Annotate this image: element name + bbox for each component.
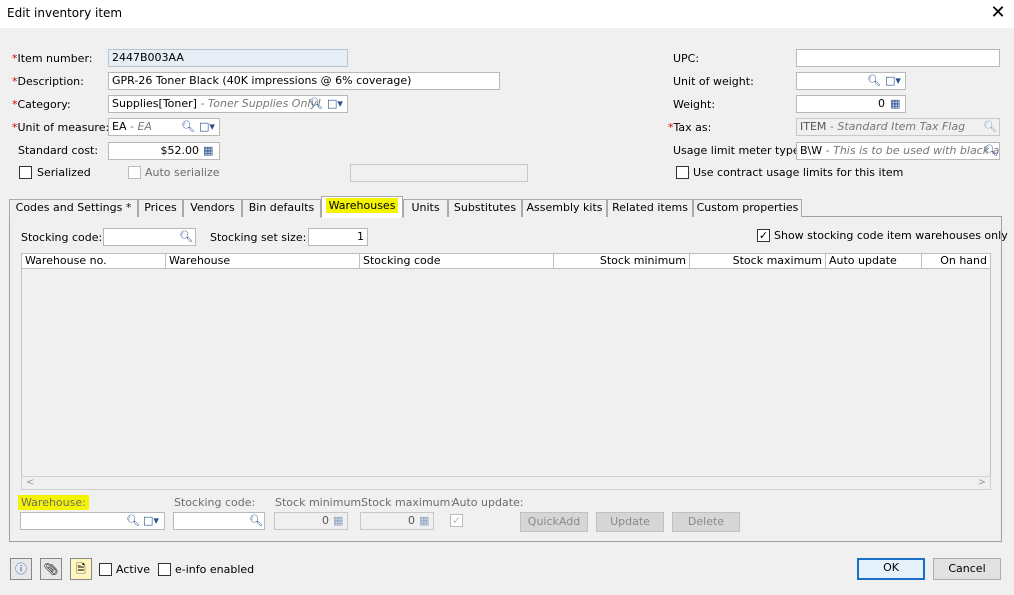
search-icon[interactable]: 🔍︎ bbox=[181, 119, 195, 135]
stocking-code-label: Stocking code: bbox=[21, 231, 103, 244]
editor-auto-update-label: Auto update: bbox=[452, 496, 524, 509]
horizontal-scrollbar[interactable]: < > bbox=[21, 476, 991, 490]
editor-warehouse-label: Warehouse: bbox=[18, 495, 89, 510]
editor-stock-minimum-label: Stock minimum: bbox=[275, 496, 365, 509]
active-checkbox[interactable] bbox=[99, 563, 112, 576]
check-icon: ✓ bbox=[451, 514, 462, 527]
upc-field[interactable] bbox=[796, 49, 1000, 67]
standard-cost-label: Standard cost: bbox=[18, 144, 99, 157]
search-icon[interactable]: 🔍︎ bbox=[179, 229, 193, 245]
attach-icon[interactable]: 📎︎ bbox=[40, 558, 62, 580]
unit-of-measure-label: *Unit of measure: bbox=[12, 121, 110, 134]
tab-prices[interactable]: Prices bbox=[138, 199, 183, 217]
contract-usage-checkbox[interactable] bbox=[676, 166, 689, 179]
auto-serialize-checkbox[interactable] bbox=[128, 166, 141, 179]
weight-label: Weight: bbox=[673, 98, 716, 111]
serialized-checkbox[interactable] bbox=[19, 166, 32, 179]
usage-limit-label: Usage limit meter type: bbox=[673, 144, 804, 157]
close-icon[interactable]: ✕ bbox=[988, 3, 1008, 23]
check-icon: ✓ bbox=[758, 229, 769, 242]
tab-vendors[interactable]: Vendors bbox=[183, 199, 242, 217]
usage-limit-field[interactable]: B\W - This is to be used with black and bbox=[796, 142, 1000, 160]
quickadd-button[interactable]: QuickAdd bbox=[520, 512, 588, 532]
info-icon[interactable]: ⓘ bbox=[10, 558, 32, 580]
item-number-field[interactable]: 2447B003AA bbox=[108, 49, 348, 67]
tab-substitutes[interactable]: Substitutes bbox=[448, 199, 522, 217]
dropdown-icon[interactable]: □▾ bbox=[199, 119, 215, 135]
contract-usage-label: Use contract usage limits for this item bbox=[693, 166, 904, 179]
col-warehouse-no[interactable]: Warehouse no. bbox=[22, 254, 166, 268]
search-icon[interactable]: 🔍︎ bbox=[867, 73, 881, 89]
serialized-label: Serialized bbox=[37, 166, 91, 179]
tab-warehouses-label: Warehouses bbox=[325, 198, 399, 213]
search-icon[interactable]: 🔍︎ bbox=[249, 513, 263, 529]
col-on-hand[interactable]: On hand bbox=[922, 254, 990, 268]
calendar-icon: ▦ bbox=[333, 514, 344, 527]
tab-units[interactable]: Units bbox=[403, 199, 448, 217]
col-stock-maximum[interactable]: Stock maximum bbox=[690, 254, 826, 268]
editor-auto-update-checkbox[interactable]: ✓ bbox=[450, 514, 463, 527]
window-title: Edit inventory item bbox=[7, 6, 123, 20]
warehouse-grid-header: Warehouse no. Warehouse Stocking code St… bbox=[21, 253, 991, 269]
description-label: *Description: bbox=[12, 75, 84, 88]
stocking-set-size-field[interactable]: 1 bbox=[308, 228, 368, 246]
unit-of-weight-label: Unit of weight: bbox=[673, 75, 754, 88]
cancel-button[interactable]: Cancel bbox=[933, 558, 1001, 580]
search-icon[interactable]: 🔍︎ bbox=[126, 513, 140, 529]
update-button[interactable]: Update bbox=[596, 512, 664, 532]
active-label: Active bbox=[116, 563, 151, 576]
note-icon[interactable]: 🗎︎ bbox=[70, 558, 92, 580]
dropdown-icon[interactable]: □▾ bbox=[327, 96, 343, 112]
search-icon[interactable]: 🔍︎ bbox=[309, 96, 323, 112]
calendar-icon[interactable]: ▦ bbox=[203, 143, 213, 159]
description-field[interactable]: GPR-26 Toner Black (40K impressions @ 6%… bbox=[108, 72, 500, 90]
dropdown-icon[interactable]: □▾ bbox=[143, 513, 159, 529]
title-bar: Edit inventory item ✕ bbox=[0, 0, 1014, 28]
calendar-icon: ▦ bbox=[419, 514, 430, 527]
scroll-right-icon[interactable]: > bbox=[978, 477, 986, 488]
search-icon[interactable]: 🔍︎ bbox=[983, 119, 997, 135]
category-field[interactable]: Supplies[Toner] - Toner Supplies Only! 🔍… bbox=[108, 95, 348, 113]
einfo-label: e-info enabled bbox=[175, 563, 255, 576]
unit-of-weight-field[interactable]: 🔍︎ □▾ bbox=[796, 72, 906, 90]
tab-codes-and-settings[interactable]: Codes and Settings * bbox=[9, 199, 138, 217]
item-number-label: *Item number: bbox=[12, 52, 93, 65]
col-auto-update[interactable]: Auto update bbox=[826, 254, 922, 268]
show-only-checkbox[interactable]: ✓ bbox=[757, 229, 770, 242]
dropdown-icon[interactable]: □▾ bbox=[885, 73, 901, 89]
serial-extra-field bbox=[350, 164, 528, 182]
editor-stock-maximum-label: Stock maximum: bbox=[361, 496, 455, 509]
delete-button[interactable]: Delete bbox=[672, 512, 740, 532]
tab-related-items[interactable]: Related items bbox=[607, 199, 693, 217]
ok-button[interactable]: OK bbox=[857, 558, 925, 580]
warehouse-grid-body[interactable] bbox=[21, 269, 991, 476]
stocking-set-size-label: Stocking set size: bbox=[210, 231, 307, 244]
show-only-label: Show stocking code item warehouses only bbox=[774, 229, 1008, 242]
tax-as-label: *Tax as: bbox=[668, 121, 712, 134]
col-stock-minimum[interactable]: Stock minimum bbox=[554, 254, 690, 268]
tab-bin-defaults[interactable]: Bin defaults bbox=[242, 199, 321, 217]
unit-of-measure-field[interactable]: EA - EA 🔍︎ □▾ bbox=[108, 118, 220, 136]
col-warehouse[interactable]: Warehouse bbox=[166, 254, 360, 268]
scroll-left-icon[interactable]: < bbox=[26, 477, 34, 488]
editor-warehouse-field[interactable]: 🔍︎ □▾ bbox=[20, 512, 165, 530]
col-stocking-code[interactable]: Stocking code bbox=[360, 254, 554, 268]
calendar-icon[interactable]: ▦ bbox=[890, 96, 900, 112]
tab-custom-properties[interactable]: Custom properties bbox=[693, 199, 802, 217]
tab-warehouses[interactable]: Warehouses bbox=[321, 196, 403, 218]
editor-stocking-code-label: Stocking code: bbox=[174, 496, 256, 509]
einfo-checkbox[interactable] bbox=[158, 563, 171, 576]
category-label: *Category: bbox=[12, 98, 71, 111]
tab-assembly-kits[interactable]: Assembly kits bbox=[522, 199, 607, 217]
search-icon[interactable]: 🔍︎ bbox=[984, 143, 998, 159]
tax-as-field[interactable]: ITEM - Standard Item Tax Flag 🔍︎ bbox=[796, 118, 1000, 136]
upc-label: UPC: bbox=[673, 52, 700, 65]
auto-serialize-label: Auto serialize bbox=[145, 166, 220, 179]
